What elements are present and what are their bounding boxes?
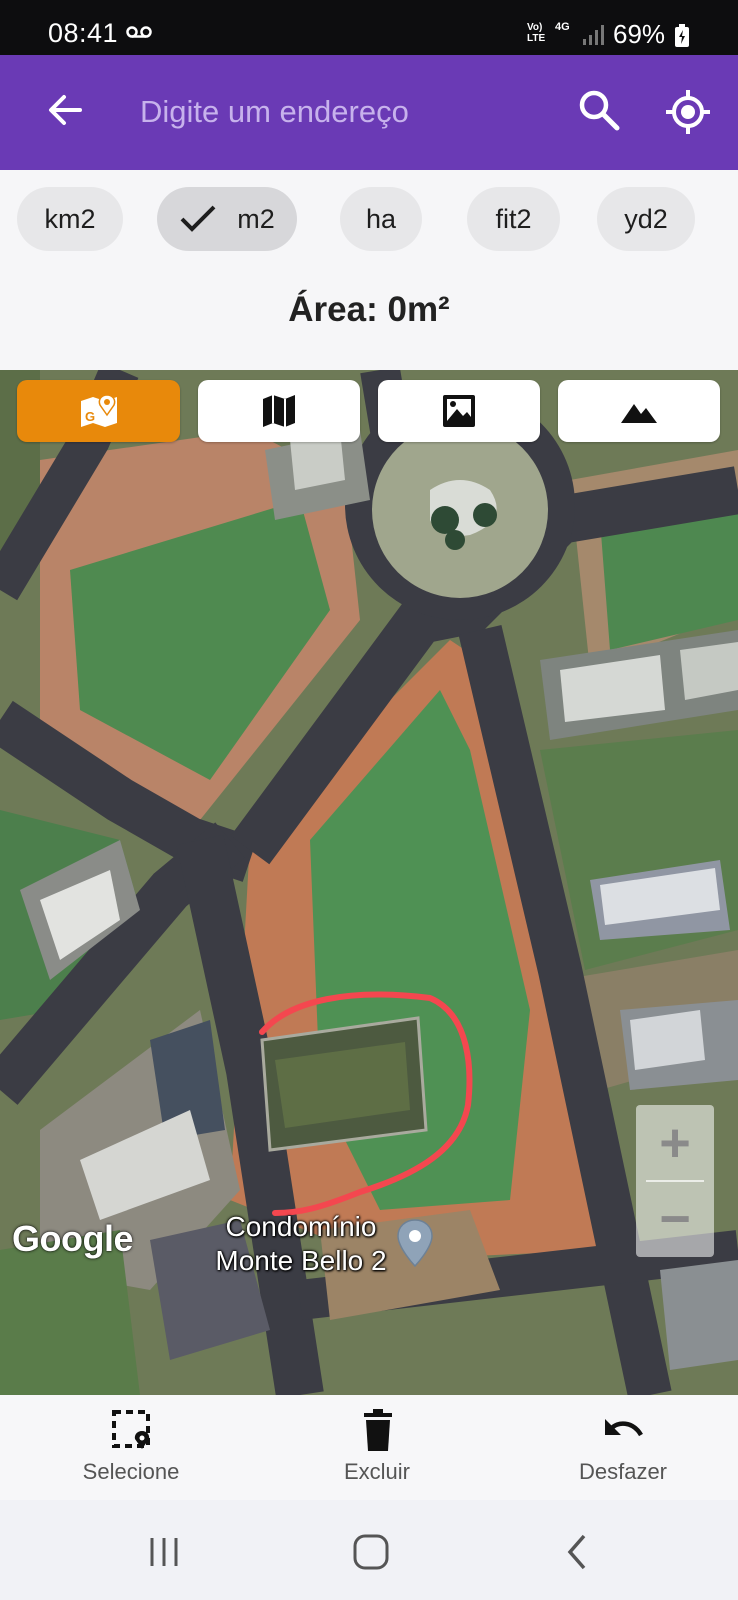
battery-percentage: 69% xyxy=(613,19,666,49)
maptype-google-button[interactable]: G xyxy=(17,380,180,442)
delete-label: Excluir xyxy=(343,1459,410,1484)
trash-icon xyxy=(364,1409,392,1451)
svg-text:G: G xyxy=(85,409,95,424)
system-navigation-bar xyxy=(0,1500,738,1600)
unit-chip-label: yd2 xyxy=(624,203,668,234)
google-logo: Google xyxy=(12,1218,134,1259)
back-icon[interactable] xyxy=(548,1522,608,1582)
unit-chip-label: fit2 xyxy=(495,203,532,234)
unit-chip-yd2[interactable]: yd2 xyxy=(597,187,695,251)
select-label: Selecione xyxy=(82,1459,180,1484)
terrain-icon xyxy=(621,404,657,423)
undo-button[interactable]: Desfazer xyxy=(538,1409,708,1489)
search-icon[interactable] xyxy=(577,88,621,132)
google-maps-icon: G xyxy=(80,394,117,427)
home-icon[interactable] xyxy=(341,1522,401,1582)
delete-button[interactable]: Excluir xyxy=(292,1409,462,1489)
maptype-satellite-button[interactable] xyxy=(378,380,540,442)
battery-charging-icon xyxy=(675,24,689,47)
place-label[interactable]: Condomínio Monte Bello 2 xyxy=(196,1210,406,1278)
status-time: 08:41 xyxy=(48,18,119,48)
volte-icon: Vo) LTE xyxy=(527,22,546,44)
select-area-icon xyxy=(112,1410,150,1449)
unit-chip-km2[interactable]: km2 xyxy=(17,187,123,251)
zoom-in-button[interactable]: + xyxy=(636,1105,714,1181)
unit-chip-label: m2 xyxy=(237,203,275,234)
place-marker-icon[interactable] xyxy=(395,1218,435,1268)
unit-chip-label: ha xyxy=(365,203,397,234)
signal-icon xyxy=(583,25,604,45)
undo-icon xyxy=(605,1419,643,1437)
area-readout: Área: 0m² xyxy=(288,290,450,329)
select-button[interactable]: Selecione xyxy=(46,1409,216,1489)
unit-chip-label: km2 xyxy=(44,203,96,234)
my-location-icon[interactable] xyxy=(664,88,712,136)
maptype-terrain-button[interactable] xyxy=(558,380,720,442)
maptype-map-button[interactable] xyxy=(198,380,360,442)
app-bar xyxy=(0,55,738,170)
recent-apps-icon[interactable] xyxy=(134,1522,194,1582)
network-type-icon: 4G xyxy=(555,21,570,33)
unit-selector: km2 m2 ha fit2 yd2 Área: 0m² xyxy=(0,170,738,370)
status-bar: 08:41 Vo) LTE 4G 69% xyxy=(0,0,738,55)
check-icon xyxy=(180,205,216,232)
undo-label: Desfazer xyxy=(578,1459,668,1484)
back-arrow-icon[interactable] xyxy=(44,89,86,131)
satellite-map[interactable]: G + − Google Condomínio Monte Bello 2 xyxy=(0,370,738,1395)
bottom-toolbar: Selecione Excluir Desfazer xyxy=(0,1395,738,1500)
zoom-control: + − xyxy=(636,1105,714,1257)
unit-chip-ha[interactable]: ha xyxy=(340,187,422,251)
map-icon xyxy=(263,395,295,427)
address-search-input[interactable] xyxy=(140,83,560,141)
zoom-out-button[interactable]: − xyxy=(636,1181,714,1257)
unit-chip-fit2[interactable]: fit2 xyxy=(467,187,560,251)
satellite-image-icon xyxy=(443,395,475,427)
unit-chip-m2[interactable]: m2 xyxy=(157,187,297,251)
voicemail-icon xyxy=(126,26,152,38)
